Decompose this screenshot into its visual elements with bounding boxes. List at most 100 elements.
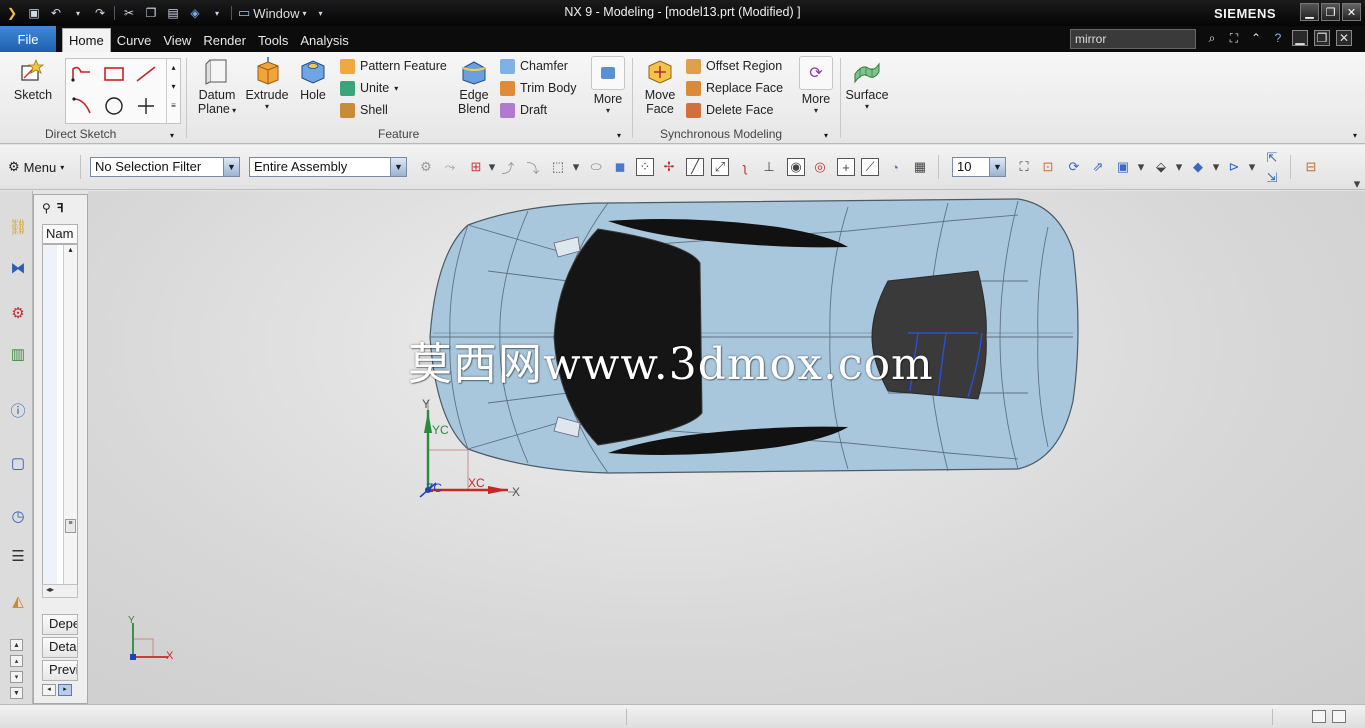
section-dependencies[interactable]: Depe [42,614,78,635]
web-browser-icon[interactable]: ⓘ [6,396,30,424]
scroll-down-icon[interactable]: ▼ [10,687,23,699]
solid-filter-icon[interactable]: ◼ [611,158,629,176]
end-point-icon[interactable]: ╱ [686,158,704,176]
section-preview[interactable]: Previ [42,660,78,681]
history-icon[interactable]: ▢ [6,449,30,477]
profile-icon[interactable] [66,59,98,89]
collapse-ribbon-icon[interactable]: ⌃ [1248,30,1264,46]
redo-icon[interactable]: ↷ [92,5,108,21]
scroll-right-icon[interactable]: ▸ [58,684,72,696]
line-icon[interactable] [130,59,162,89]
system-materials-icon[interactable]: ◭ [6,587,30,615]
repeat-command-icon[interactable]: ◈ [187,5,203,21]
pin-icon[interactable]: ⚲ [42,201,51,215]
chevron-down-icon[interactable]: ▾ [1132,158,1150,176]
arc-center-icon[interactable]: ◉ [787,158,805,176]
group-expand-icon[interactable]: ▾ [170,131,174,140]
reuse-library-icon[interactable]: ▥ [6,340,30,368]
assembly-navigator-icon[interactable]: ⛓ [6,213,30,241]
tab-home[interactable]: Home [62,28,111,52]
orient-view-icon[interactable]: ▣ [1114,158,1132,176]
window-menu[interactable]: ▭ Window ▾ [238,5,307,21]
feature-more-button[interactable]: More ▾ [590,56,626,115]
measure-distance-icon[interactable]: ⊟ [1302,158,1320,176]
display-mode-icon[interactable]: ◆ [1189,158,1207,176]
group-expand-icon[interactable]: ▾ [824,131,828,140]
snap-point-icon[interactable]: ⁘ [636,158,654,176]
ribbon-options-icon[interactable]: ▾ [1353,131,1357,140]
search-icon[interactable]: ⌕ [1204,30,1220,46]
wcs-dynamics-icon[interactable]: ⇱ [1263,149,1281,167]
sync-more-button[interactable]: ⟳ More ▾ [797,56,835,115]
selection-filter-dropdown[interactable]: No Selection Filter ▼ [90,157,240,177]
wcs-orient-icon[interactable]: ⇲ [1263,169,1281,187]
close-part-icon[interactable]: ✕ [1336,30,1352,46]
body-filter-icon[interactable]: ⬭ [587,158,605,176]
clock-icon[interactable]: ◷ [6,502,30,530]
existing-point-icon[interactable]: + [837,158,855,176]
help-icon[interactable]: ? [1270,30,1286,46]
select-edge-icon[interactable]: ⤵ [524,158,542,176]
undo-icon[interactable]: ↶ [48,5,64,21]
close-icon[interactable]: ✕ [1342,3,1361,21]
scroll-left-icon[interactable]: ◂ [42,684,56,696]
gallery-scroll[interactable]: ▴ ▾ ≡ [166,59,180,123]
chamfer-button[interactable]: Chamfer [500,56,568,76]
circle-icon[interactable] [98,91,130,121]
point-on-curve-icon[interactable]: ⟋ [861,158,879,176]
scroll-up-icon[interactable]: ▲ [10,639,23,651]
paste-icon[interactable]: ▤ [165,5,181,21]
tab-tools[interactable]: Tools [252,28,294,52]
selection-scope-dropdown[interactable]: Entire Assembly ▼ [249,157,407,177]
pattern-feature-button[interactable]: Pattern Feature [340,56,447,76]
chevron-down-icon[interactable]: ▾ [1170,158,1188,176]
clipping-icon[interactable]: ⊳ [1225,158,1243,176]
page-up-icon[interactable]: ▴ [10,655,23,667]
control-point-icon[interactable]: ʅ [736,158,754,176]
draft-button[interactable]: Draft [500,100,547,120]
zoom-icon[interactable]: ⊡ [1039,158,1057,176]
full-screen-icon[interactable]: ⛶ [1226,30,1242,46]
grid-snap-dropdown[interactable]: 10 ▼ [952,157,1006,177]
copy-icon[interactable]: ❐ [143,5,159,21]
move-face-button[interactable]: Move Face [640,56,680,116]
restore-part-icon[interactable]: ❐ [1314,30,1330,46]
minimize-part-icon[interactable]: ▁ [1292,30,1308,46]
part-navigator-icon[interactable]: ⚙ [6,299,30,327]
undo-dropdown-icon[interactable]: ▾ [70,5,86,21]
fit-icon[interactable]: ⛶ [1015,158,1033,176]
tab-view[interactable]: View [157,28,197,52]
cut-icon[interactable]: ✂ [121,5,137,21]
navigator-tree[interactable]: ▴ ≡ ▾ [42,244,78,592]
select-face-icon[interactable]: ⤴ [499,158,517,176]
rectangle-icon[interactable] [98,59,130,89]
navigator-vertical-scrollbar[interactable]: ▴ ≡ ▾ [63,245,77,591]
scroll-up-icon[interactable]: ▴ [167,63,180,72]
save-icon[interactable]: ▣ [26,5,42,21]
tab-analysis[interactable]: Analysis [294,28,354,52]
rotate-icon[interactable]: ⟳ [1065,158,1083,176]
restore-icon[interactable]: ❐ [1321,3,1340,21]
tab-curve[interactable]: Curve [111,28,158,52]
replace-face-button[interactable]: Replace Face [686,78,783,98]
rectangle-select-icon[interactable]: ⬚ [549,158,567,176]
customize-quick-access-icon[interactable]: ▾ [313,5,329,21]
hole-button[interactable]: Hole [296,56,330,102]
delete-face-button[interactable]: Delete Face [686,100,773,120]
column-header-name[interactable]: Nam [42,224,78,244]
pan-icon[interactable]: ⇗ [1089,158,1107,176]
command-search-input[interactable] [1070,29,1196,49]
shell-button[interactable]: Shell [340,100,388,120]
extrude-button[interactable]: Extrude ▾ [243,56,291,111]
bounded-grid-point-icon[interactable]: ▦ [911,158,929,176]
render-style-icon[interactable]: ⬙ [1152,158,1170,176]
snap-center-icon[interactable]: ✢ [660,158,678,176]
edge-blend-button[interactable]: Edge Blend [454,56,494,116]
page-down-icon[interactable]: ▾ [10,671,23,683]
graphics-window[interactable]: Y YC ZC XC X Y X 莫西网www.3dmox.com [88,191,1365,704]
selection-intent-icon[interactable]: ⤳ [441,158,459,176]
scroll-right-icon[interactable]: ▸ [50,585,54,594]
point-on-surface-icon[interactable]: ◔ [886,158,904,176]
file-tab[interactable]: File [0,26,56,52]
constraint-navigator-icon[interactable]: ⧓ [6,254,30,282]
